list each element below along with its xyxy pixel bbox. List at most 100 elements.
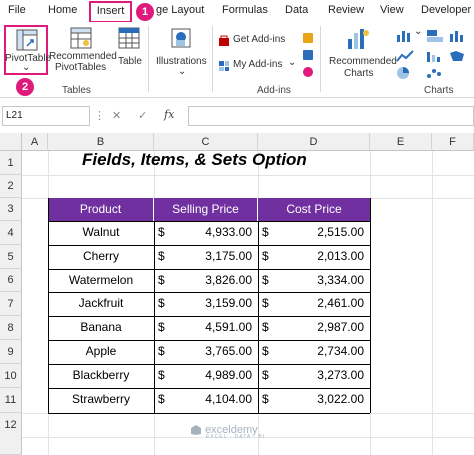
product-cell[interactable]: Strawberry [48,388,154,411]
chevron-down-icon[interactable]: ⌄ [22,62,30,73]
tab-formulas[interactable]: Formulas [222,4,268,16]
row-header-9[interactable]: 9 [0,340,22,364]
pie-chart-icon[interactable] [396,66,414,80]
column-header-b[interactable]: B [48,133,154,151]
table-header-selling-price[interactable]: Selling Price [154,198,258,221]
row-header-12[interactable]: 12 [0,413,22,455]
statistic-chart-icon[interactable] [426,49,444,63]
row-header-1[interactable]: 1 [0,151,22,175]
column-header-e[interactable]: E [370,133,432,151]
row-header-2[interactable]: 2 [0,175,22,198]
table-row-border [48,316,370,317]
selling-price-cell[interactable]: 4,933.00 [170,221,252,244]
cancel-icon[interactable]: ✕ [112,109,121,122]
row-header-7[interactable]: 7 [0,292,22,316]
cost-price-cell[interactable]: 2,515.00 [274,221,364,244]
product-cell[interactable]: Walnut [48,221,154,244]
combo-chart-icon[interactable] [448,29,466,43]
column-header-d[interactable]: D [258,133,370,151]
tab-view[interactable]: View [380,4,404,16]
chevron-down-icon[interactable]: ⌄ [414,26,422,37]
product-cell[interactable]: Cherry [48,245,154,268]
charts-group-label: Charts [424,85,454,96]
row-header-10[interactable]: 10 [0,364,22,388]
get-addins-button[interactable]: Get Add-ins [218,34,290,48]
column-header-c[interactable]: C [154,133,258,151]
product-cell[interactable]: Jackfruit [48,292,154,315]
table-column-border [154,340,155,364]
tab-page-layout[interactable]: ge Layout [156,4,204,16]
gridline [22,175,474,176]
row-header-3[interactable]: 3 [0,198,22,221]
line-chart-icon[interactable] [396,49,414,63]
product-cell[interactable]: Blackberry [48,364,154,387]
visio-icon[interactable] [302,49,314,61]
bing-maps-icon[interactable] [302,32,314,44]
table-border [48,198,49,413]
my-addins-label: My Add-ins [233,59,283,70]
hierarchy-chart-icon[interactable] [426,29,444,43]
chevron-down-icon[interactable]: ⌄ [178,66,186,77]
table-column-border [154,316,155,340]
cost-price-cell[interactable]: 2,987.00 [274,316,364,339]
column-header-f[interactable]: F [432,133,474,151]
table-header-product[interactable]: Product [48,198,154,221]
cost-price-cell[interactable]: 3,334.00 [274,269,364,292]
row-header-11[interactable]: 11 [0,388,22,413]
cost-price-cell[interactable]: 2,734.00 [274,340,364,363]
cost-price-cell[interactable]: 2,013.00 [274,245,364,268]
product-cell[interactable]: Banana [48,316,154,339]
row-header-6[interactable]: 6 [0,269,22,292]
selling-price-cell[interactable]: 3,765.00 [170,340,252,363]
pivottable-button[interactable]: PivotTable ⌄ [4,25,51,75]
tab-review[interactable]: Review [328,4,364,16]
row-header-5[interactable]: 5 [0,245,22,269]
tab-data[interactable]: Data [285,4,308,16]
row-header-8[interactable]: 8 [0,316,22,340]
tab-home[interactable]: Home [48,4,77,16]
selling-price-cell[interactable]: 3,175.00 [170,245,252,268]
cost-price-cell[interactable]: 2,461.00 [274,292,364,315]
people-graph-icon[interactable] [302,66,314,78]
scatter-chart-icon[interactable] [426,66,444,80]
selling-price-cell[interactable]: 3,826.00 [170,269,252,292]
cost-price-cell[interactable]: 3,022.00 [274,388,364,411]
cost-price-cell[interactable]: 3,273.00 [274,364,364,387]
step-badge-2: 2 [16,78,34,96]
row-header-4[interactable]: 4 [0,221,22,245]
selling-price-cell[interactable]: 4,591.00 [170,316,252,339]
tab-insert[interactable]: Insert [89,1,132,23]
selling-price-cell[interactable]: 4,104.00 [170,388,252,411]
table-header-cost-price[interactable]: Cost Price [258,198,370,221]
table-button[interactable]: Table [114,25,144,75]
map-chart-icon[interactable] [448,49,466,63]
step-badge-1: 1 [136,3,154,21]
table-column-border [154,388,155,413]
table-column-border [258,316,259,340]
illustrations-button[interactable]: Illustrations ⌄ [154,25,210,77]
tab-developer[interactable]: Developer [421,4,471,16]
table-column-border [154,245,155,269]
tab-file[interactable]: File [8,4,26,16]
recommended-charts-button[interactable]: Recommended Charts [326,25,397,81]
column-header-a[interactable]: A [22,133,48,151]
select-all-corner[interactable] [0,133,22,151]
formula-input[interactable] [188,106,474,126]
chevron-down-icon[interactable]: ⌄ [288,57,296,68]
product-cell[interactable]: Watermelon [48,269,154,292]
enter-icon[interactable]: ✓ [138,109,147,122]
ribbon-insert-panel: PivotTable ⌄ 2 Recommended PivotTables T… [0,22,474,98]
sheet-title: Fields, Items, & Sets Option [82,150,307,169]
table-row-border [48,292,370,293]
column-chart-icon[interactable] [396,29,414,43]
recommended-pivottables-button[interactable]: Recommended PivotTables [49,25,117,77]
exceldemy-logo-icon [191,425,201,436]
table-row-border [48,388,370,389]
selling-price-cell[interactable]: 3,159.00 [170,292,252,315]
fx-icon[interactable]: fx [164,108,174,121]
selling-price-cell[interactable]: 4,989.00 [170,364,252,387]
my-addins-button[interactable]: My Add-ins ⌄ [218,57,298,73]
ribbon-separator [212,26,213,92]
name-box[interactable]: L21 [2,106,90,126]
product-cell[interactable]: Apple [48,340,154,363]
